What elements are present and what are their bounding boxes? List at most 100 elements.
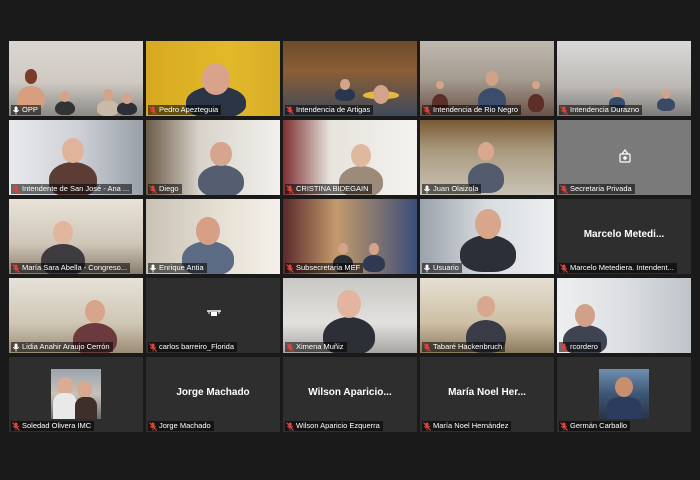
participant-name-tag: Juan Olaizola (422, 184, 482, 194)
participant-tile[interactable]: Intendencia de Artigas (283, 41, 417, 116)
participant-tile[interactable]: Pedro Apezteguia (146, 41, 280, 116)
mic-icon (423, 264, 431, 273)
participant-name-tag: Soledad Olivera IMC (11, 421, 95, 431)
mic-icon (423, 185, 431, 194)
mic-muted-icon (149, 105, 157, 115)
mic-muted-icon (12, 184, 20, 194)
participant-name-tag: Intendencia de Artigas (285, 105, 374, 115)
display-name-large: Marcelo Metedi... (583, 229, 665, 240)
participant-name: Jorge Machado (159, 421, 211, 430)
participant-name-tag: Diego (148, 184, 182, 194)
participant-name-tag: Enrique Antia (148, 263, 207, 273)
participant-name-tag: Tabaré Hackenbruch (422, 342, 506, 352)
participant-name: Subsecretaria MEF (296, 263, 361, 272)
mic-muted-icon (149, 421, 157, 431)
participant-tile[interactable]: Diego (146, 120, 280, 195)
gallery-view: OPP Pedro Apezteguia Intendencia de Arti… (9, 41, 691, 432)
participant-tile[interactable]: Ximena Muñiz (283, 278, 417, 353)
participant-tile[interactable]: María Noel Her... María Noel Hernández (420, 357, 554, 432)
mic-muted-icon (423, 342, 431, 352)
mic-icon (149, 264, 157, 273)
participant-name: CRISTINA BIDEGAIN (296, 184, 369, 193)
participant-tile[interactable]: Intendencia de Rio Negro (420, 41, 554, 116)
participant-name: Intendencia de Rio Negro (433, 105, 519, 114)
participant-tile[interactable]: Germán Carballo (557, 357, 691, 432)
participant-name: María Noel Hernández (433, 421, 509, 430)
participant-tile[interactable]: Wilson Aparicio... Wilson Aparicio Ezque… (283, 357, 417, 432)
participant-name-tag: Marcelo Metediera. Intendent... (559, 263, 677, 273)
mic-icon (12, 343, 20, 352)
mic-muted-icon (423, 105, 431, 115)
participant-name: María Sara Abella - Congreso... (22, 263, 128, 272)
mic-muted-icon (560, 263, 568, 273)
mic-muted-icon (423, 421, 431, 431)
mic-muted-icon (149, 342, 157, 352)
participant-tile[interactable]: Intendencia Durazno (557, 41, 691, 116)
participant-name: Pedro Apezteguia (159, 105, 219, 114)
participant-tile[interactable]: carlos barreiro_Florida (146, 278, 280, 353)
participant-tile[interactable]: CRISTINA BIDEGAIN (283, 120, 417, 195)
mic-muted-icon (149, 184, 157, 194)
mic-muted-icon (560, 342, 568, 352)
participant-tile[interactable]: Lidia Anahir Araujo Cerrón (9, 278, 143, 353)
display-name-large: Wilson Aparicio... (308, 387, 392, 398)
mic-muted-icon (286, 263, 294, 273)
participant-name: Germán Carballo (570, 421, 628, 430)
participant-name-tag: carlos barreiro_Florida (148, 342, 238, 352)
participant-name-tag: Jorge Machado (148, 421, 214, 431)
participant-name: Tabaré Hackenbruch (433, 342, 503, 351)
participant-name: Usuario (433, 263, 459, 272)
participant-tile[interactable]: Subsecretaria MEF (283, 199, 417, 274)
participant-name-tag: Germán Carballo (559, 421, 631, 431)
participant-tile[interactable]: Tabaré Hackenbruch (420, 278, 554, 353)
participant-tile[interactable]: Juan Olaizola (420, 120, 554, 195)
display-name-large: Jorge Machado (176, 387, 250, 398)
mic-muted-icon (560, 184, 568, 194)
profile-photo (599, 369, 649, 419)
participant-name: Marcelo Metediera. Intendent... (570, 263, 674, 272)
mic-muted-icon (560, 105, 568, 115)
participant-name: Juan Olaizola (433, 184, 479, 193)
participant-tile[interactable]: Intendente de San José - Ana ... (9, 120, 143, 195)
participant-name-tag: Ximena Muñiz (285, 342, 347, 352)
participant-tile[interactable]: María Sara Abella - Congreso... (9, 199, 143, 274)
participant-name-tag: María Noel Hernández (422, 421, 512, 431)
participant-name-tag: OPP (11, 105, 41, 115)
participant-name: Ximena Muñiz (296, 342, 344, 351)
participant-name-tag: Intendencia Durazno (559, 105, 643, 115)
participant-tile[interactable]: Jorge Machado Jorge Machado (146, 357, 280, 432)
participant-name-tag: Lidia Anahir Araujo Cerrón (11, 342, 113, 352)
participant-name-tag: rcordero (559, 342, 601, 352)
participant-tile[interactable]: Enrique Antia (146, 199, 280, 274)
participant-name: Intendencia de Artigas (296, 105, 371, 114)
mic-muted-icon (12, 421, 20, 431)
participant-tile[interactable]: rcordero (557, 278, 691, 353)
participant-tile[interactable]: Soledad Olivera IMC (9, 357, 143, 432)
participant-name-tag: Wilson Aparicio Ezquerra (285, 421, 383, 431)
participant-name: Secretaria Privada (570, 184, 632, 193)
participant-name-tag: CRISTINA BIDEGAIN (285, 184, 372, 194)
participant-tile[interactable]: Secretaria Privada (557, 120, 691, 195)
participant-name-tag: Usuario (422, 263, 462, 273)
participant-name-tag: María Sara Abella - Congreso... (11, 263, 131, 273)
participant-name: Soledad Olivera IMC (22, 421, 92, 430)
participant-tile[interactable]: OPP (9, 41, 143, 116)
participant-name-tag: Intendencia de Rio Negro (422, 105, 522, 115)
camera-placeholder-icon (617, 148, 633, 164)
mic-muted-icon (560, 421, 568, 431)
participant-tile[interactable]: Marcelo Metedi... Marcelo Metediera. Int… (557, 199, 691, 274)
participant-name-tag: Subsecretaria MEF (285, 263, 364, 273)
participant-name: Intendente de San José - Ana ... (22, 184, 130, 193)
participant-tile[interactable]: Usuario (420, 199, 554, 274)
participant-name-tag: Intendente de San José - Ana ... (11, 184, 133, 194)
participant-name: Intendencia Durazno (570, 105, 640, 114)
profile-photo (51, 369, 101, 419)
participant-name-tag: Secretaria Privada (559, 184, 635, 194)
participant-name: Lidia Anahir Araujo Cerrón (22, 342, 110, 351)
mic-muted-icon (286, 421, 294, 431)
participant-name: Enrique Antia (159, 263, 204, 272)
mic-muted-icon (286, 342, 294, 352)
participant-name: rcordero (570, 342, 598, 351)
participant-name: Wilson Aparicio Ezquerra (296, 421, 380, 430)
participant-name: OPP (22, 105, 38, 114)
